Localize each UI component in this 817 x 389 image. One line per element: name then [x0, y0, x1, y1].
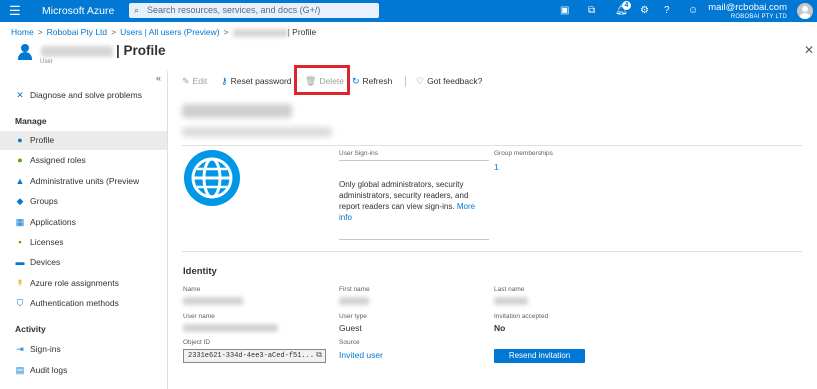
directory-filter-icon[interactable]: ⧉ — [588, 5, 595, 17]
user-type-value: Guest — [339, 323, 362, 333]
identity-heading: Identity — [183, 266, 217, 277]
sign-ins-message: Only global administrators, security adm… — [339, 180, 476, 222]
audit-log-icon: ▤ — [15, 365, 25, 375]
sidebar-item-devices[interactable]: ▬ Devices — [0, 253, 167, 272]
top-bar: ☰ Microsoft Azure ⌕ Search resources, se… — [0, 0, 817, 22]
group-memberships-label: Group memberships — [494, 150, 553, 157]
avatar[interactable] — [797, 3, 813, 19]
sidebar-item-licenses[interactable]: ▪ Licenses — [0, 233, 167, 252]
roles-icon: ● — [17, 155, 23, 165]
identity-divider — [182, 251, 802, 252]
user-profile-icon — [17, 44, 33, 60]
sidebar-item-authentication-methods[interactable]: ⛉ Authentication methods — [0, 294, 167, 313]
sign-ins-label: User Sign-ins — [339, 150, 379, 157]
help-icon[interactable]: ? — [664, 5, 670, 17]
invitation-accepted-value: No — [494, 323, 506, 333]
edit-button[interactable]: ✎ Edit — [182, 74, 207, 88]
sidebar-item-diagnose[interactable]: ✕ Diagnose and solve problems — [0, 86, 167, 105]
key-icon: ⚷ — [221, 76, 228, 86]
key-icon: ↟ — [16, 278, 24, 288]
collapse-sidebar-icon[interactable]: « — [156, 73, 161, 83]
sidebar-section-activity: Activity — [15, 324, 46, 334]
page-title: | Profile — [41, 43, 166, 58]
settings-icon[interactable]: ⚙ — [640, 5, 649, 17]
notification-badge: 4 — [622, 1, 631, 10]
user-name-label: User name — [183, 313, 215, 320]
toolbar-divider — [405, 76, 406, 87]
sidebar-item-assigned-roles[interactable]: ● Assigned roles — [0, 151, 167, 170]
user-type-label: User type — [339, 313, 367, 320]
groups-icon: ◆ — [16, 196, 24, 206]
sign-ins-underline — [339, 160, 489, 161]
last-name-label: Last name — [494, 286, 525, 293]
sidebar-item-audit-logs[interactable]: ▤ Audit logs — [0, 361, 167, 380]
account-org: ROBOBAI PTY LTD — [730, 14, 787, 20]
pencil-icon: ✎ — [182, 76, 190, 86]
source-value[interactable]: Invited user — [339, 350, 383, 360]
applications-icon: ▦ — [15, 217, 25, 227]
breadcrumb-redacted-name — [232, 28, 288, 37]
wrench-icon: ✕ — [16, 90, 24, 100]
search-icon: ⌕ — [134, 5, 140, 15]
breadcrumb-current: | Profile — [287, 27, 317, 37]
globe-icon — [184, 150, 240, 206]
redacted-user-name-value — [183, 324, 278, 332]
page-subtitle: User — [40, 59, 53, 65]
object-id-value: 2331e621-334d-4ee3-aCed-f51... — [188, 352, 315, 360]
redacted-display-name — [182, 104, 292, 118]
sidebar-item-administrative-units[interactable]: ▲ Administrative units (Preview — [0, 172, 167, 191]
breadcrumb: Home > Robobai Pty Ltd > Users | All users (… — [11, 27, 317, 37]
breadcrumb-home[interactable]: Home — [11, 27, 34, 37]
reset-password-button[interactable]: ⚷ Reset password — [221, 74, 292, 88]
admin-units-icon: ▲ — [15, 176, 25, 186]
resend-invitation-button[interactable]: Resend invitation — [494, 349, 585, 363]
sign-ins-bottom-rule — [339, 239, 489, 240]
object-id-label: Object ID — [183, 339, 211, 346]
sidebar-item-azure-role-assignments[interactable]: ↟ Azure role assignments — [0, 274, 167, 293]
redacted-name-value — [183, 297, 243, 305]
sign-in-icon: ⇥ — [16, 344, 24, 354]
refresh-icon: ↻ — [352, 76, 360, 86]
invitation-accepted-label: Invitation accepted — [494, 313, 549, 320]
profile-icon: ● — [17, 135, 23, 145]
heart-icon: ♡ — [416, 76, 425, 86]
redacted-email — [182, 127, 332, 137]
licenses-icon: ▪ — [18, 237, 22, 247]
sidebar-section-manage: Manage — [15, 116, 47, 126]
account-email: mail@rcbobai.com — [708, 2, 787, 13]
sidebar-item-sign-ins[interactable]: ⇥ Sign-ins — [0, 340, 167, 359]
account-menu[interactable]: mail@rcbobai.com ROBOBAI PTY LTD — [708, 2, 787, 21]
redacted-user-name — [41, 45, 113, 57]
redacted-last-name-value — [494, 297, 528, 305]
feedback-button[interactable]: ♡ Got feedback? — [416, 74, 482, 88]
object-id-field[interactable]: 2331e621-334d-4ee3-aCed-f51... ⧉ — [183, 349, 326, 363]
copy-icon[interactable]: ⧉ — [316, 350, 322, 362]
cloud-shell-icon[interactable]: ▣ — [560, 5, 569, 17]
shield-icon: ⛉ — [16, 298, 24, 308]
feedback-smiley-icon[interactable]: ☺ — [688, 5, 698, 17]
devices-icon: ▬ — [15, 257, 25, 267]
refresh-button[interactable]: ↻ Refresh — [352, 74, 392, 88]
breadcrumb-tenant[interactable]: Robobai Pty Ltd — [47, 27, 107, 37]
redacted-first-name-value — [339, 297, 369, 305]
breadcrumb-users[interactable]: Users | All users (Preview) — [120, 27, 220, 37]
name-label: Name — [183, 286, 201, 293]
first-name-label: First name — [339, 286, 370, 293]
brand-title[interactable]: Microsoft Azure — [42, 5, 114, 17]
search-placeholder: Search resources, services, and docs (G+… — [147, 5, 321, 15]
source-label: Source — [339, 339, 360, 346]
sidebar-item-profile[interactable]: ● Profile — [0, 131, 167, 150]
global-search-input[interactable]: ⌕ Search resources, services, and docs (… — [129, 3, 379, 18]
hamburger-icon[interactable]: ☰ — [9, 4, 21, 18]
close-icon[interactable]: ✕ — [804, 43, 814, 57]
sidebar-item-groups[interactable]: ◆ Groups — [0, 192, 167, 211]
section-divider — [182, 145, 802, 146]
sidebar-item-applications[interactable]: ▦ Applications — [0, 213, 167, 232]
group-memberships-count[interactable]: 1 — [494, 162, 499, 172]
delete-highlight-box — [294, 65, 350, 95]
